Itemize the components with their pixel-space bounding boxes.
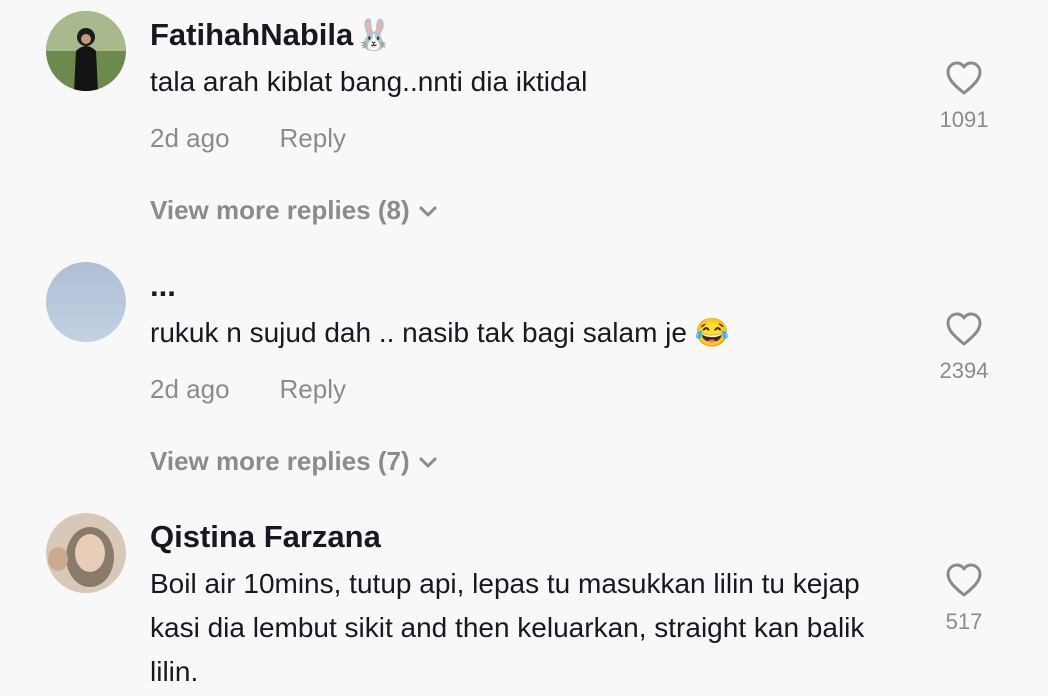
like-count: 517 <box>945 609 983 634</box>
heart-icon[interactable] <box>945 562 983 598</box>
view-more-replies-button[interactable]: View more replies (8) <box>150 195 438 225</box>
chevron-down-icon <box>419 457 437 468</box>
comment-text: Boil air 10mins, tutup api, lepas tu mas… <box>150 568 865 687</box>
comment-text: rukuk n sujud dah .. nasib tak bagi sala… <box>150 317 730 348</box>
comment-time: 2d ago <box>150 374 230 404</box>
view-more-replies-button[interactable]: View more replies (7) <box>150 446 438 476</box>
user-avatar[interactable] <box>46 11 126 91</box>
like-button[interactable]: 1091 <box>930 60 998 132</box>
comment-username[interactable]: Qistina Farzana <box>150 519 381 555</box>
comment-meta: 2d ago Reply <box>150 374 346 404</box>
chevron-down-icon <box>419 206 437 217</box>
heart-icon[interactable] <box>945 311 983 347</box>
username-text[interactable]: FatihahNabila <box>150 17 353 52</box>
comment-username[interactable]: FatihahNabila🐰 <box>150 17 393 54</box>
reply-button[interactable]: Reply <box>280 123 346 153</box>
comment-meta: 2d ago Reply <box>150 123 346 153</box>
user-avatar[interactable] <box>46 262 126 342</box>
like-button[interactable]: 2394 <box>930 311 998 383</box>
comment-text: tala arah kiblat bang..nnti dia iktidal <box>150 66 588 97</box>
like-count: 2394 <box>939 358 989 383</box>
comment-username[interactable]: ... <box>150 268 176 304</box>
heart-icon[interactable] <box>945 60 983 96</box>
view-more-replies-label[interactable]: View more replies (7) <box>150 446 410 476</box>
view-more-replies-label[interactable]: View more replies (8) <box>150 195 410 225</box>
reply-button[interactable]: Reply <box>280 374 346 404</box>
comment-time: 2d ago <box>150 123 230 153</box>
like-count: 1091 <box>939 107 989 132</box>
like-button[interactable]: 517 <box>930 562 998 634</box>
user-avatar[interactable] <box>46 513 126 593</box>
rabbit-emoji: 🐰 <box>355 19 393 52</box>
